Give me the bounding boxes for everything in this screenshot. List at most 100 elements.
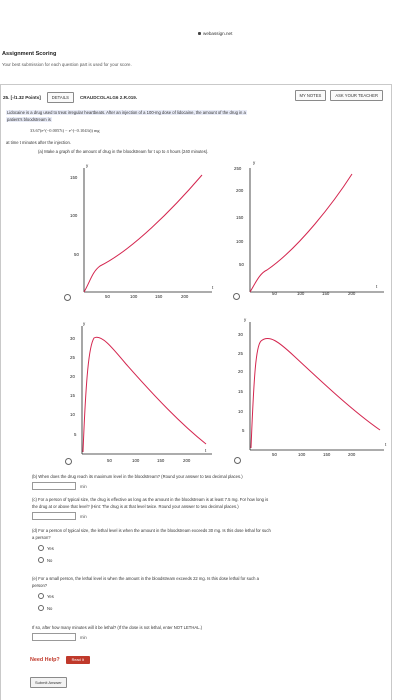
question-number: 25. [-/1.32 Points]	[3, 94, 41, 100]
y-tick-label: 200	[236, 188, 244, 193]
y-tick-label: 5	[242, 428, 245, 433]
assignment-scoring-title: Assignment Scoring	[2, 51, 57, 57]
option-label: No	[47, 557, 53, 563]
x-tick-label: 200	[348, 291, 356, 296]
y-tick-label: 50	[74, 252, 79, 257]
part-c-prompt-line-1: (c) For a person of typical size, the dr…	[32, 497, 269, 502]
part-d-prompt-line-1: (d) For a person of typical size, the le…	[32, 528, 271, 533]
graph-option-3-radio[interactable]	[65, 458, 72, 465]
y-tick-label: 100	[70, 213, 78, 218]
y-tick-label: 20	[70, 374, 75, 379]
part-b-unit: min	[80, 484, 87, 489]
part-b-answer-input[interactable]	[32, 482, 76, 490]
question-actions: MY NOTES ASK YOUR TEACHER	[294, 90, 383, 101]
part-e-option-yes[interactable]: Yes	[38, 593, 54, 599]
x-tick-label: 150	[155, 294, 163, 299]
my-notes-button[interactable]: MY NOTES	[294, 90, 327, 101]
y-tick-label: 100	[236, 239, 244, 244]
y-tick-label: 50	[239, 262, 244, 267]
question-stem-line-1: Lidocaine is a drug used to treat irregu…	[6, 110, 247, 115]
radio-icon[interactable]	[38, 605, 44, 611]
y-tick-label: 30	[238, 332, 243, 337]
assignment-scoring-subtitle: Your best submission for each question p…	[2, 62, 132, 67]
y-tick-label: 25	[238, 351, 243, 356]
x-tick-label: 150	[157, 458, 165, 463]
part-f-answer-input[interactable]	[32, 633, 76, 641]
graph-option-1-radio[interactable]	[64, 294, 71, 301]
part-c-answer-input[interactable]	[32, 512, 76, 520]
x-tick-label: 50	[272, 291, 277, 296]
ask-teacher-button[interactable]: ASK YOUR TEACHER	[330, 90, 383, 101]
part-d-option-no[interactable]: No	[38, 557, 52, 563]
x-axis-label: t	[205, 448, 207, 453]
x-tick-label: 200	[348, 452, 356, 457]
radio-icon[interactable]	[38, 545, 44, 551]
x-tick-label: 200	[183, 458, 191, 463]
y-axis-label: y	[86, 163, 89, 168]
x-tick-label: 100	[130, 294, 138, 299]
option-label: Yes	[47, 593, 54, 599]
details-button[interactable]: DETAILS	[46, 91, 74, 103]
graph-option-4: y t 30 25 20 15 10 5 50 100 150 200	[238, 317, 387, 457]
y-tick-label: 150	[70, 175, 78, 180]
part-c-prompt-line-2: the drug at or above that level? (Hint: …	[32, 504, 239, 509]
option-label: Yes	[47, 545, 54, 551]
x-tick-label: 100	[298, 452, 306, 457]
y-tick-label: 25	[70, 355, 75, 360]
drug-curve	[249, 173, 353, 293]
radio-icon[interactable]	[38, 557, 44, 563]
question-stem-line-3: at time t minutes after the injection.	[6, 140, 71, 145]
radio-icon[interactable]	[38, 593, 44, 599]
y-tick-label: 150	[236, 215, 244, 220]
lock-icon	[198, 32, 201, 35]
x-axis-label: t	[376, 284, 378, 289]
x-axis-label: t	[212, 285, 214, 290]
part-f-prompt: If so, after how many minutes will it be…	[32, 625, 203, 630]
x-tick-label: 200	[181, 294, 189, 299]
part-c-unit: min	[80, 514, 87, 519]
y-tick-label: 5	[74, 432, 77, 437]
part-e-prompt-line-2: person?	[32, 583, 48, 588]
y-tick-label: 15	[238, 389, 243, 394]
drug-curve	[82, 336, 207, 453]
read-it-button[interactable]: Read It	[65, 656, 90, 664]
x-axis-label: t	[385, 442, 387, 447]
y-tick-label: 20	[238, 369, 243, 374]
part-d-prompt-line-2: a person?	[32, 535, 51, 540]
y-tick-label: 250	[234, 166, 242, 171]
x-tick-label: 50	[105, 294, 110, 299]
graph-option-4-radio[interactable]	[234, 457, 241, 464]
x-tick-label: 100	[297, 291, 305, 296]
part-e-option-no[interactable]: No	[38, 605, 52, 611]
x-tick-label: 150	[323, 452, 331, 457]
browser-top-bar: webassign.net	[0, 0, 419, 44]
x-tick-label: 50	[272, 452, 277, 457]
y-tick-label: 10	[238, 409, 243, 414]
drug-curve	[250, 337, 381, 449]
x-tick-label: 50	[107, 458, 112, 463]
y-tick-label: 10	[70, 412, 75, 417]
drug-amount-equation: 33.67(e^(−0.0057t) − e^(−0.1043t)) mg	[30, 128, 100, 133]
part-e-prompt-line-1: (e) For a small person, the lethal level…	[32, 576, 259, 581]
submit-answer-button[interactable]: Submit Answer	[30, 677, 67, 688]
site-address: webassign.net	[198, 31, 232, 36]
part-a-prompt: (a) Make a graph of the amount of drug i…	[38, 149, 209, 154]
need-help-label: Need Help?	[30, 657, 60, 663]
y-tick-label: 30	[70, 336, 75, 341]
part-f-unit: min	[80, 635, 87, 640]
graph-option-2-radio[interactable]	[233, 293, 240, 300]
y-axis-label: y	[83, 321, 86, 326]
question-header: 25. [-/1.32 Points] DETAILS CRAUDCOLALG6…	[1, 90, 391, 104]
y-axis-label: y	[244, 317, 247, 322]
drug-curve	[83, 174, 203, 293]
part-d-option-yes[interactable]: Yes	[38, 545, 54, 551]
graph-option-1: y t 150 100 50 50 100 150 200	[70, 163, 214, 299]
part-b-prompt: (b) When does the drug reach its maximum…	[32, 474, 243, 479]
graph-option-2: y t 250 200 150 100 50 50 100 150 200	[234, 160, 384, 296]
x-tick-label: 100	[132, 458, 140, 463]
x-tick-label: 150	[322, 291, 330, 296]
site-name: webassign.net	[203, 31, 233, 36]
y-axis-label: y	[253, 160, 256, 165]
question-code: CRAUDCOLALG6 2.R.019.	[79, 94, 138, 100]
graph-option-3: y t 30 25 20 15 10 5 50 100 150 200	[70, 321, 212, 463]
